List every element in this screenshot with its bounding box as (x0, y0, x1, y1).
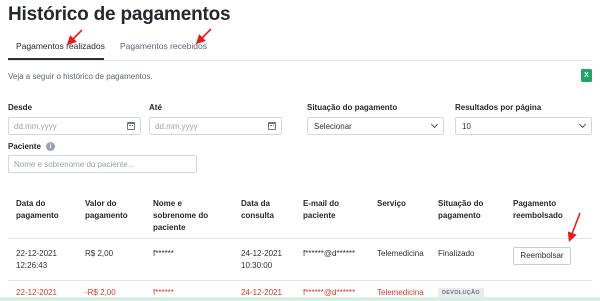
cell-nome: f****** (153, 249, 174, 258)
tab-pagamentos-realizados[interactable]: Pagamentos realizados (16, 41, 105, 51)
desde-date-input[interactable]: dd.mm.yyyy (8, 117, 141, 135)
situacao-selected-value: Selecionar (314, 122, 352, 131)
ate-date-input[interactable]: dd.mm.yyyy (149, 117, 282, 135)
paciente-label: Paciente (8, 142, 41, 151)
reembolsar-button[interactable]: Reembolsar (513, 247, 571, 265)
th-pagamento-reembolsado: Pagamento reembolsado (513, 199, 563, 220)
cell-servico: Telemedicina (377, 249, 424, 258)
th-servico: Serviço (377, 199, 406, 208)
cell-data-pagamento: 22-12-2021 12:26:43 (16, 249, 57, 270)
info-icon[interactable]: i (46, 142, 55, 151)
tab-pagamentos-recebidos[interactable]: Pagamentos recebidos (120, 41, 207, 51)
chevron-down-icon (430, 120, 439, 129)
chevron-down-icon (578, 120, 587, 129)
calendar-icon[interactable] (127, 122, 135, 130)
annotation-arrow (567, 212, 581, 242)
payment-tabs: Pagamentos realizados Pagamentos recebid… (8, 40, 592, 60)
th-email-paciente: E-mail do paciente (303, 199, 340, 220)
paciente-search-input[interactable]: Nome e sobrenome do paciente... (8, 155, 197, 173)
table-row-divider (8, 280, 592, 281)
cell-email: f******@d****** (303, 249, 356, 258)
th-valor-pagamento: Valor do pagamento (85, 199, 128, 220)
situacao-select[interactable]: Selecionar (307, 117, 444, 135)
calendar-icon[interactable] (268, 122, 276, 130)
th-nome-paciente: Nome e sobrenome do paciente (153, 199, 209, 232)
th-data-pagamento: Data do pagamento (16, 199, 59, 220)
paciente-placeholder: Nome e sobrenome do paciente... (14, 160, 135, 169)
resultados-select[interactable]: 10 (455, 117, 592, 135)
page-title: Histórico de pagamentos (8, 4, 231, 25)
desde-label: Desde (8, 103, 33, 112)
ate-placeholder: dd.mm.yyyy (155, 122, 198, 131)
cell-data-consulta: 24-12-2021 10:30:00 (241, 249, 282, 270)
intro-text: Veja a seguir o histórico de pagamentos. (8, 72, 153, 81)
cell-situacao: Finalizado (438, 249, 475, 258)
resultados-selected-value: 10 (462, 122, 471, 131)
cell-valor: R$ 2,00 (85, 249, 114, 258)
excel-export-icon[interactable]: X (581, 69, 592, 82)
desde-placeholder: dd.mm.yyyy (14, 122, 57, 131)
situacao-label: Situação do pagamento (307, 103, 398, 112)
th-data-consulta: Data da consulta (241, 199, 274, 220)
bottom-bar (0, 297, 600, 301)
resultados-label: Resultados por página (455, 103, 542, 112)
tabs-divider (8, 60, 592, 61)
table-header-divider (8, 238, 592, 239)
ate-label: Até (149, 103, 162, 112)
th-situacao-pagamento: Situação do pagamento (438, 199, 484, 220)
